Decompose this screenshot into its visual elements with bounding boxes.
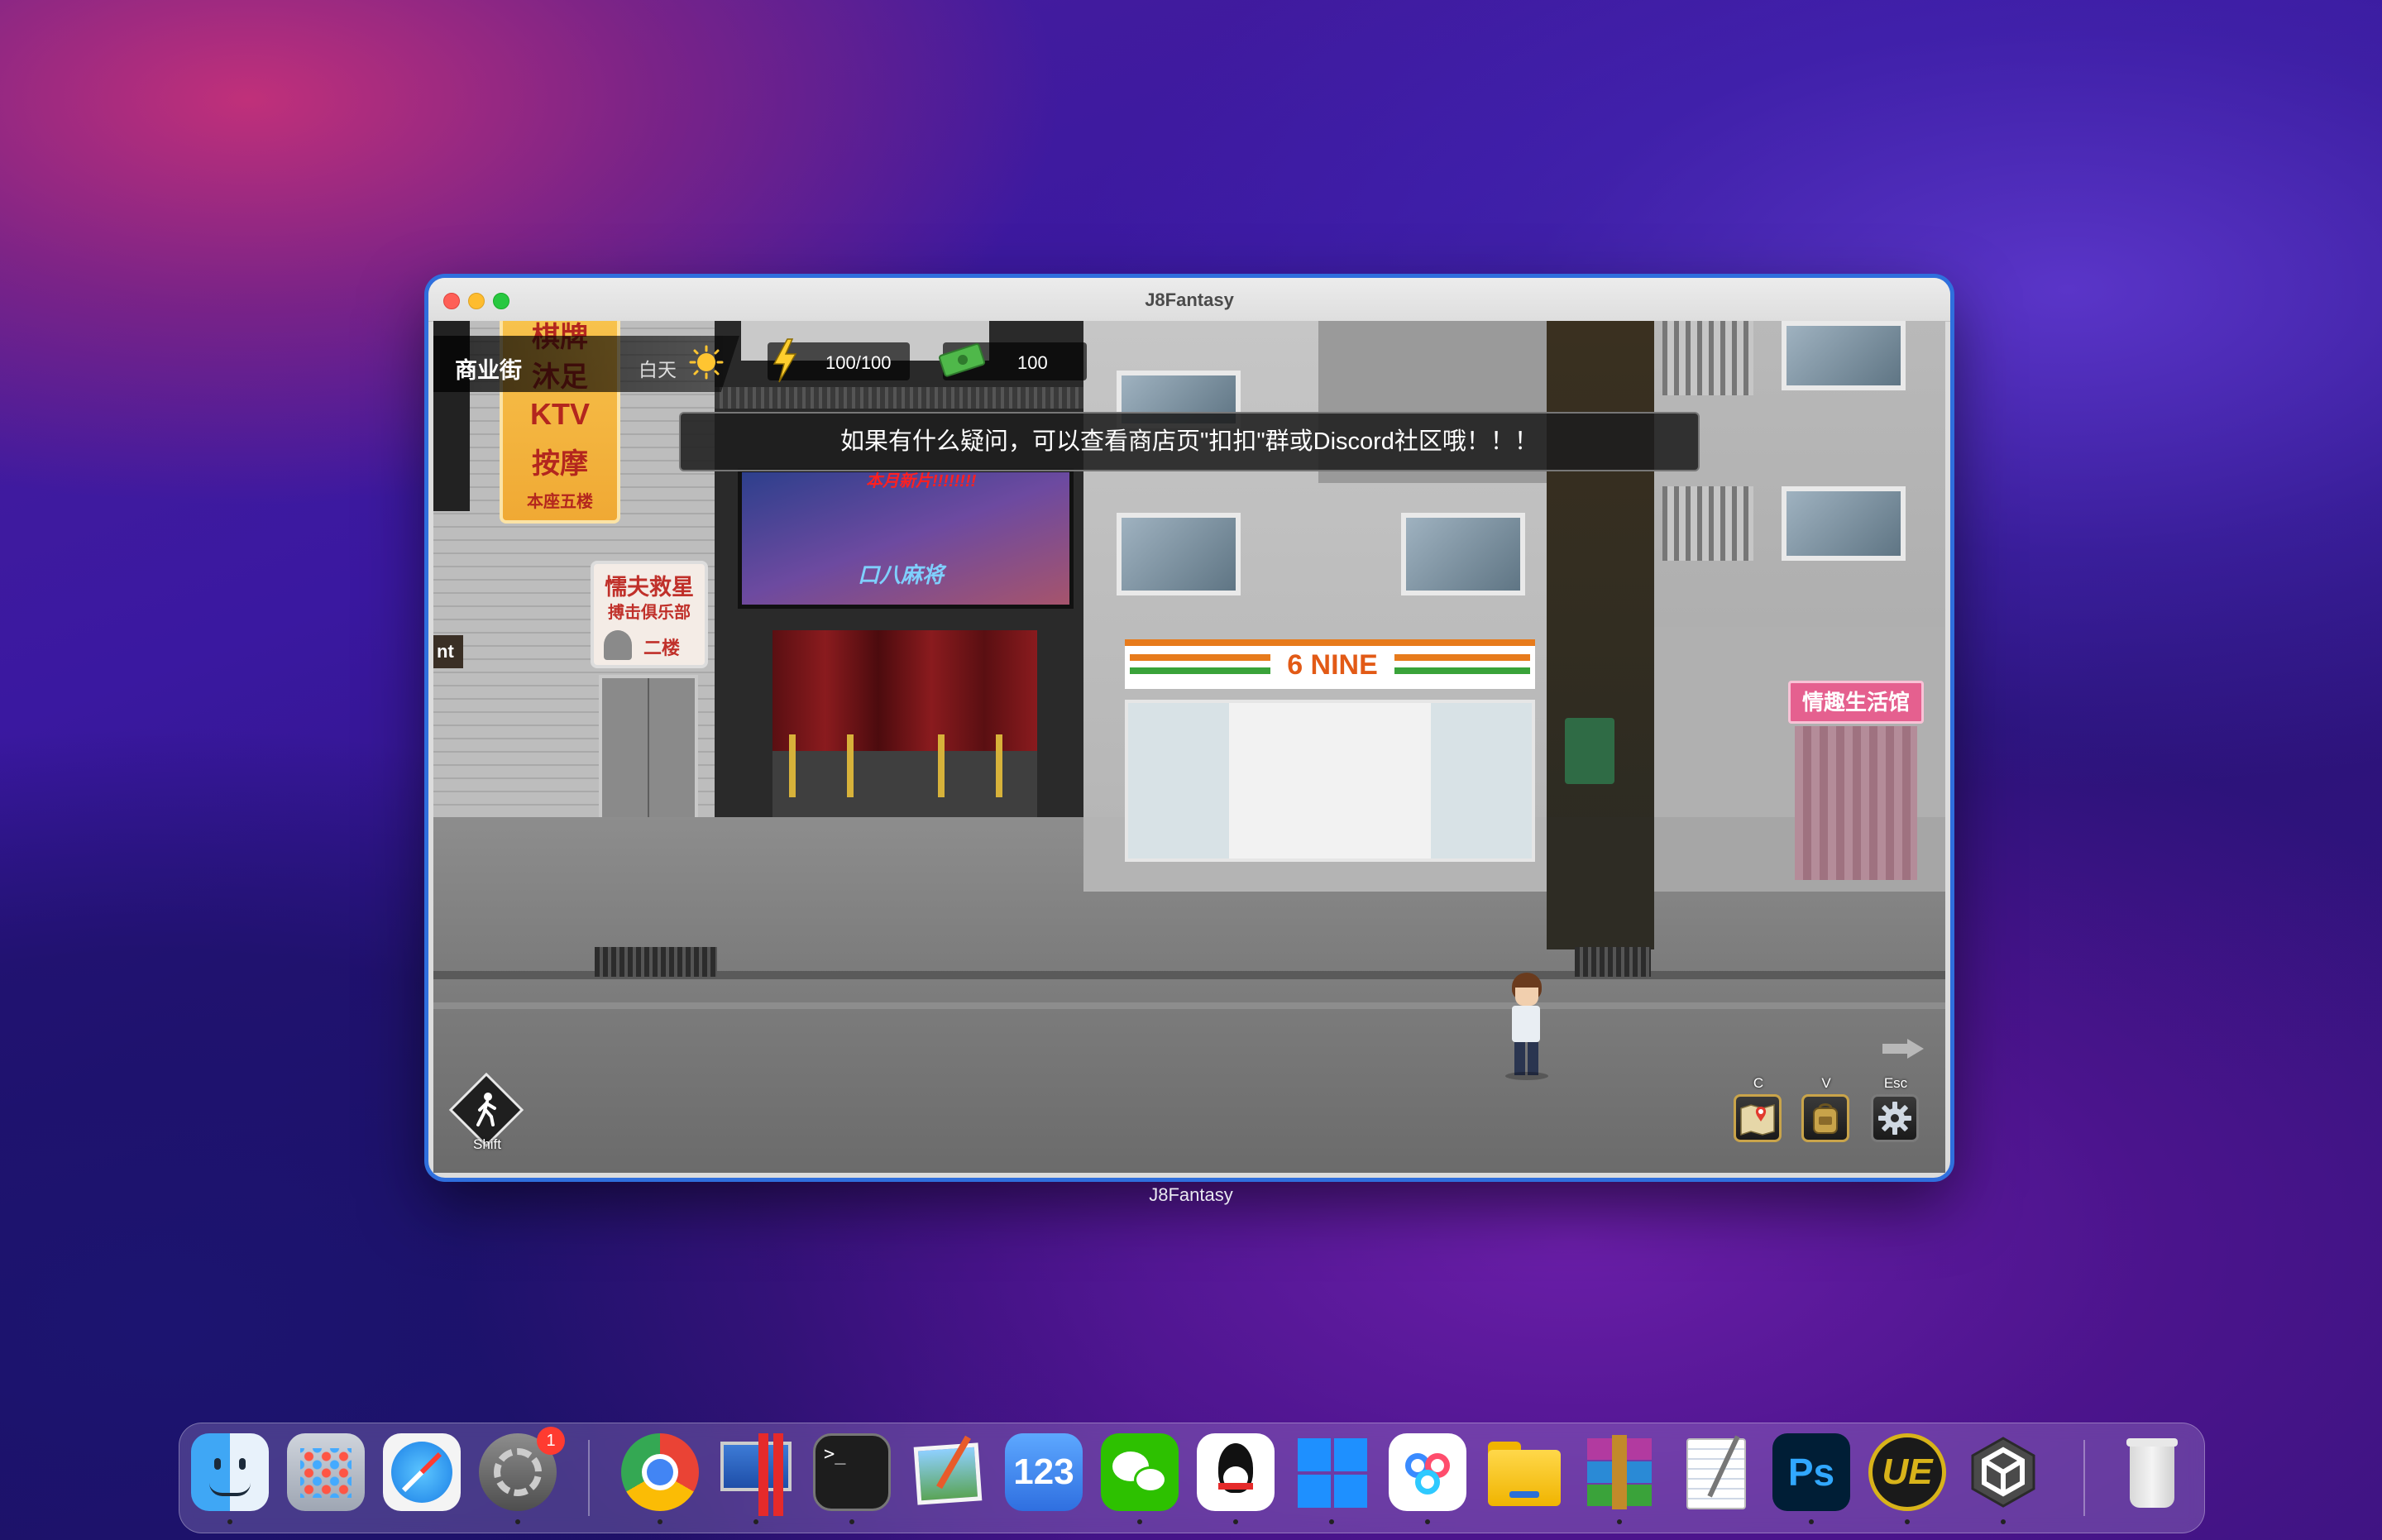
winrar-icon[interactable]	[1581, 1433, 1658, 1511]
notification-toast: 如果有什么疑问，可以查看商店页"扣扣"群或Discord社区哦！！！	[679, 412, 1700, 471]
trash-bin	[1565, 718, 1614, 784]
notification-badge: 1	[537, 1427, 565, 1455]
map-button[interactable]	[1734, 1094, 1782, 1142]
game-window: J8Fantasy nt 棋牌 沐足 KTV 按摩 本座五楼 懦夫救星 搏击俱乐…	[428, 278, 1950, 1178]
finder-running-dot	[227, 1519, 232, 1524]
gear-icon	[1878, 1102, 1911, 1135]
unity-running-dot	[2001, 1519, 2006, 1524]
parallels-icon[interactable]	[717, 1433, 795, 1516]
textedit-icon[interactable]	[1676, 1433, 1754, 1511]
store-name: 6 NINE	[1287, 649, 1378, 681]
shop-sign: 情趣生活馆	[1788, 681, 1924, 724]
photoshop-running-dot	[1809, 1519, 1814, 1524]
shop-curtain-lower	[1795, 817, 1917, 880]
store-front-lower	[1125, 817, 1535, 862]
window-5	[1782, 486, 1906, 561]
sun-icon	[689, 345, 724, 380]
billboard-title: 口八麻将	[858, 562, 945, 587]
left-edge-sign: nt	[433, 635, 463, 668]
stanchion-4	[996, 734, 1002, 797]
window-titlebar[interactable]: J8Fantasy	[428, 278, 1950, 322]
window-caption: J8Fantasy	[1149, 1184, 1233, 1205]
preview-icon[interactable]	[909, 1433, 987, 1511]
location-name: 商业街	[455, 358, 522, 383]
walk-key-label: Shift	[472, 1136, 502, 1152]
qq-icon[interactable]	[1197, 1433, 1275, 1511]
winrar-running-dot	[1617, 1519, 1622, 1524]
player-character[interactable]	[1505, 973, 1548, 1080]
money-bar: 100	[939, 342, 1087, 380]
stanchion-3	[938, 734, 945, 797]
settings-running-dot	[515, 1519, 520, 1524]
drain-grate-4	[1575, 947, 1651, 977]
backpack-icon	[1813, 1103, 1838, 1134]
numbers-icon[interactable]: 123	[1005, 1433, 1083, 1511]
money-value: 100	[1017, 352, 1048, 373]
windows-icon[interactable]	[1293, 1433, 1370, 1511]
bag-key-label: V	[1821, 1075, 1831, 1091]
wechat-icon[interactable]	[1101, 1433, 1179, 1511]
sign-line-3: KTV	[530, 397, 590, 431]
elevator-door[interactable]	[599, 675, 698, 824]
map-icon	[1740, 1104, 1775, 1136]
club-floor: 二楼	[643, 638, 681, 658]
window-2	[1117, 513, 1241, 595]
safari-icon[interactable]	[383, 1433, 461, 1511]
sign-floor: 本座五楼	[527, 493, 593, 511]
parallels-running-dot	[753, 1519, 758, 1524]
walking-person-icon	[476, 1093, 496, 1126]
baidu-running-dot	[1425, 1519, 1430, 1524]
unreal-running-dot	[1905, 1519, 1910, 1524]
stanchion-1	[789, 734, 796, 797]
windows-running-dot	[1329, 1519, 1334, 1524]
terminal-icon[interactable]: >_	[813, 1433, 891, 1511]
chrome-icon[interactable]	[621, 1433, 699, 1511]
drain-grate-3	[595, 947, 717, 977]
money-icon	[939, 343, 986, 377]
wechat-running-dot	[1137, 1519, 1142, 1524]
launchpad-icon[interactable]	[287, 1433, 365, 1511]
baidu-icon[interactable]	[1389, 1433, 1466, 1511]
dock: 1 >_ 123 Ps UE	[179, 1423, 2205, 1533]
bag-button[interactable]	[1801, 1094, 1849, 1142]
dock-separator-1	[588, 1440, 590, 1516]
store-sign: 6 NINE	[1125, 639, 1535, 689]
club-title: 懦夫救星	[605, 575, 694, 600]
club-sign: 懦夫救星 搏击俱乐部 二楼	[591, 561, 708, 668]
time-of-day: 白天	[639, 359, 677, 380]
grille-1	[1662, 321, 1753, 395]
energy-value: 100/100	[825, 352, 892, 373]
energy-bar: 100/100	[768, 338, 910, 383]
photoshop-icon[interactable]: Ps	[1772, 1433, 1850, 1511]
fighter-icon	[604, 630, 632, 660]
settings-icon[interactable]: 1	[479, 1427, 565, 1511]
grille-2	[1662, 486, 1753, 561]
window-title: J8Fantasy	[1145, 289, 1234, 310]
window-4	[1782, 321, 1906, 390]
unity-icon[interactable]	[1964, 1433, 2042, 1511]
settings-key-label: Esc	[1883, 1075, 1908, 1091]
movie-billboard: 本月新片!!!!!!!! 口八麻将	[738, 468, 1074, 609]
game-scene[interactable]: nt 棋牌 沐足 KTV 按摩 本座五楼 懦夫救星 搏击俱乐部 二楼 本月新片!…	[433, 321, 1945, 1173]
alley-lower	[1547, 817, 1654, 949]
map-key-label: C	[1753, 1075, 1764, 1091]
club-subtitle: 搏击俱乐部	[608, 604, 691, 622]
road-line	[433, 1002, 1945, 1009]
folder-icon[interactable]	[1485, 1433, 1562, 1511]
unreal-icon[interactable]: UE	[1868, 1433, 1946, 1511]
hud-location-panel: 商业街 白天	[433, 336, 739, 392]
lightning-icon	[772, 338, 797, 383]
dock-separator-2	[2083, 1440, 2085, 1516]
qq-running-dot	[1233, 1519, 1238, 1524]
trash-icon[interactable]	[2113, 1433, 2191, 1511]
finder-icon[interactable]	[191, 1433, 269, 1511]
settings-button[interactable]	[1871, 1094, 1919, 1142]
theater-vent	[715, 387, 1083, 409]
terminal-running-dot	[849, 1519, 854, 1524]
sign-line-4: 按摩	[532, 448, 588, 480]
window-3	[1401, 513, 1525, 595]
chrome-running-dot	[658, 1519, 662, 1524]
stanchion-2	[847, 734, 854, 797]
